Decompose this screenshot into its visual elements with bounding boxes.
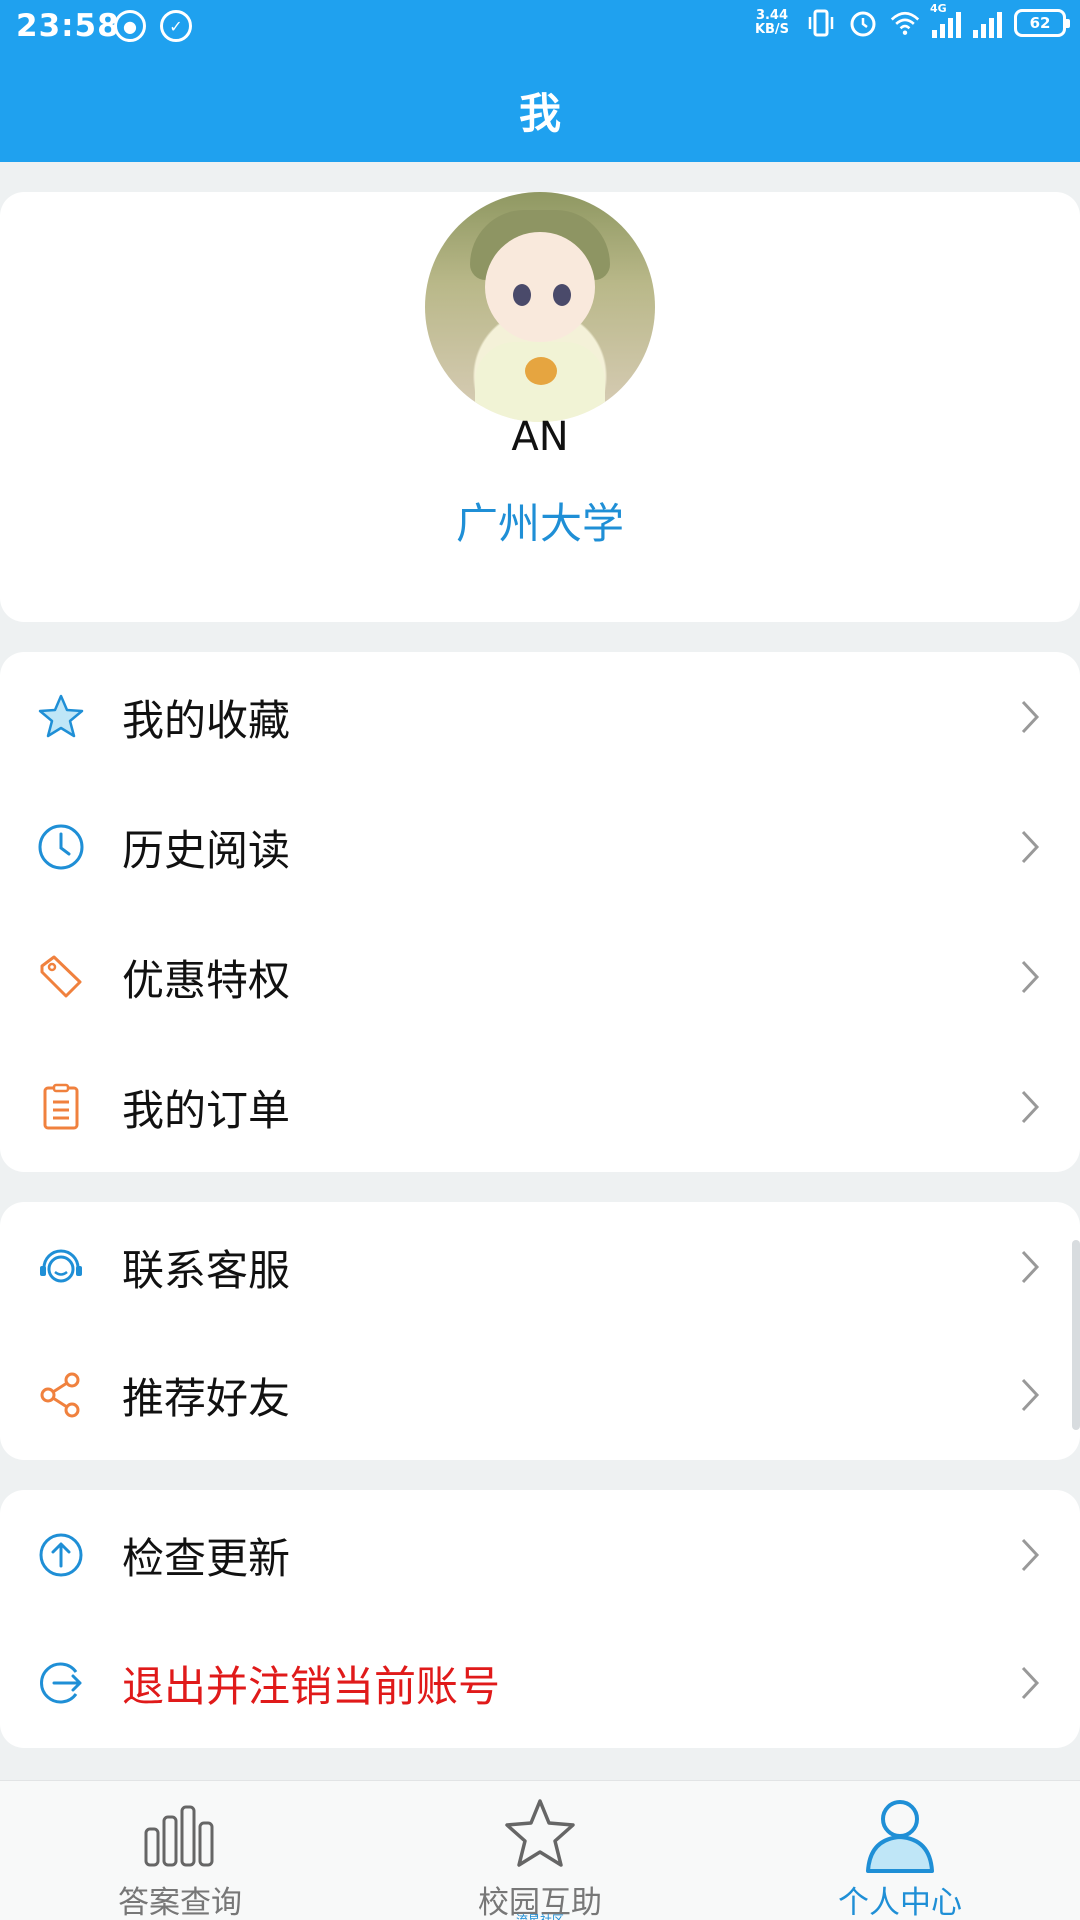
clock-icon [36, 822, 86, 872]
menu-item-orders[interactable]: 我的订单 [0, 1042, 1080, 1172]
alarm-icon [848, 8, 878, 38]
nav-tab-answer-search[interactable]: 答案查询 [0, 1781, 360, 1920]
bar-chart-icon [140, 1795, 220, 1875]
star-icon [36, 692, 86, 742]
network-speed: 3.44 KB/S [754, 8, 790, 37]
menu-group-2: 联系客服 推荐好友 [0, 1202, 1080, 1460]
nav-tab-campus-help[interactable]: 校园互助 流星社区 [360, 1781, 720, 1920]
nav-label: 个人中心 [838, 1885, 962, 1920]
chevron-right-icon [1014, 957, 1046, 997]
menu-item-favorites[interactable]: 我的收藏 [0, 652, 1080, 782]
share-icon [36, 1370, 86, 1420]
menu-item-privileges[interactable]: 优惠特权 [0, 912, 1080, 1042]
vibrate-icon [806, 8, 836, 38]
menu-item-customer-service[interactable]: 联系客服 [0, 1202, 1080, 1332]
menu-item-logout[interactable]: 退出并注销当前账号 [0, 1618, 1080, 1748]
wifi-icon [890, 8, 920, 38]
nav-label: 答案查询 [118, 1885, 242, 1920]
person-icon [860, 1795, 940, 1875]
chevron-right-icon [1014, 827, 1046, 867]
school-name: 广州大学 [455, 499, 624, 548]
menu-label: 退出并注销当前账号 [122, 1661, 501, 1711]
check-circle-icon: ✓ [160, 10, 192, 42]
menu-item-recommend-friends[interactable]: 推荐好友 [0, 1330, 1080, 1460]
scrollbar[interactable] [1072, 1240, 1080, 1430]
menu-label: 联系客服 [122, 1245, 291, 1295]
tag-icon [36, 952, 86, 1002]
page-title: 我 [518, 89, 561, 138]
nav-tab-personal-center[interactable]: 个人中心 [720, 1781, 1080, 1920]
menu-item-check-update[interactable]: 检查更新 [0, 1490, 1080, 1620]
signal-4g-icon: 4G [930, 2, 961, 38]
logout-icon [36, 1658, 86, 1708]
menu-label: 我的订单 [122, 1085, 291, 1135]
app-notification-icon: ● [114, 10, 146, 42]
order-list-icon [36, 1082, 86, 1132]
status-time: 23:58 [16, 8, 120, 44]
menu-group-3: 检查更新 退出并注销当前账号 [0, 1490, 1080, 1748]
username: AN [511, 414, 569, 460]
chevron-right-icon [1014, 1375, 1046, 1415]
menu-label: 我的收藏 [122, 695, 291, 745]
upload-arrow-icon [36, 1530, 86, 1580]
chevron-right-icon [1014, 1087, 1046, 1127]
star-outline-icon [500, 1795, 580, 1875]
avatar[interactable] [425, 192, 655, 422]
menu-label: 历史阅读 [122, 825, 291, 875]
status-bar: 23:58 ● ✓ 3.44 KB/S 4G 62 [0, 0, 1080, 52]
headset-icon [36, 1242, 86, 1292]
chevron-right-icon [1014, 697, 1046, 737]
signal-icon [973, 8, 1002, 38]
profile-card: AN 广州大学 [0, 192, 1080, 622]
nav-sublabel: 流星社区 [515, 1913, 564, 1920]
chevron-right-icon [1014, 1247, 1046, 1287]
menu-group-1: 我的收藏 历史阅读 优惠特权 我的订单 [0, 652, 1080, 1172]
menu-label: 检查更新 [122, 1533, 291, 1583]
bottom-navigation: 答案查询 校园互助 流星社区 个人中心 [0, 1780, 1080, 1920]
menu-label: 优惠特权 [122, 955, 291, 1005]
menu-label: 推荐好友 [122, 1373, 291, 1423]
battery-icon: 62 [1014, 9, 1070, 37]
chevron-right-icon [1014, 1535, 1046, 1575]
menu-item-history[interactable]: 历史阅读 [0, 782, 1080, 912]
chevron-right-icon [1014, 1663, 1046, 1703]
top-bar: 23:58 ● ✓ 3.44 KB/S 4G 62 我 [0, 0, 1080, 162]
